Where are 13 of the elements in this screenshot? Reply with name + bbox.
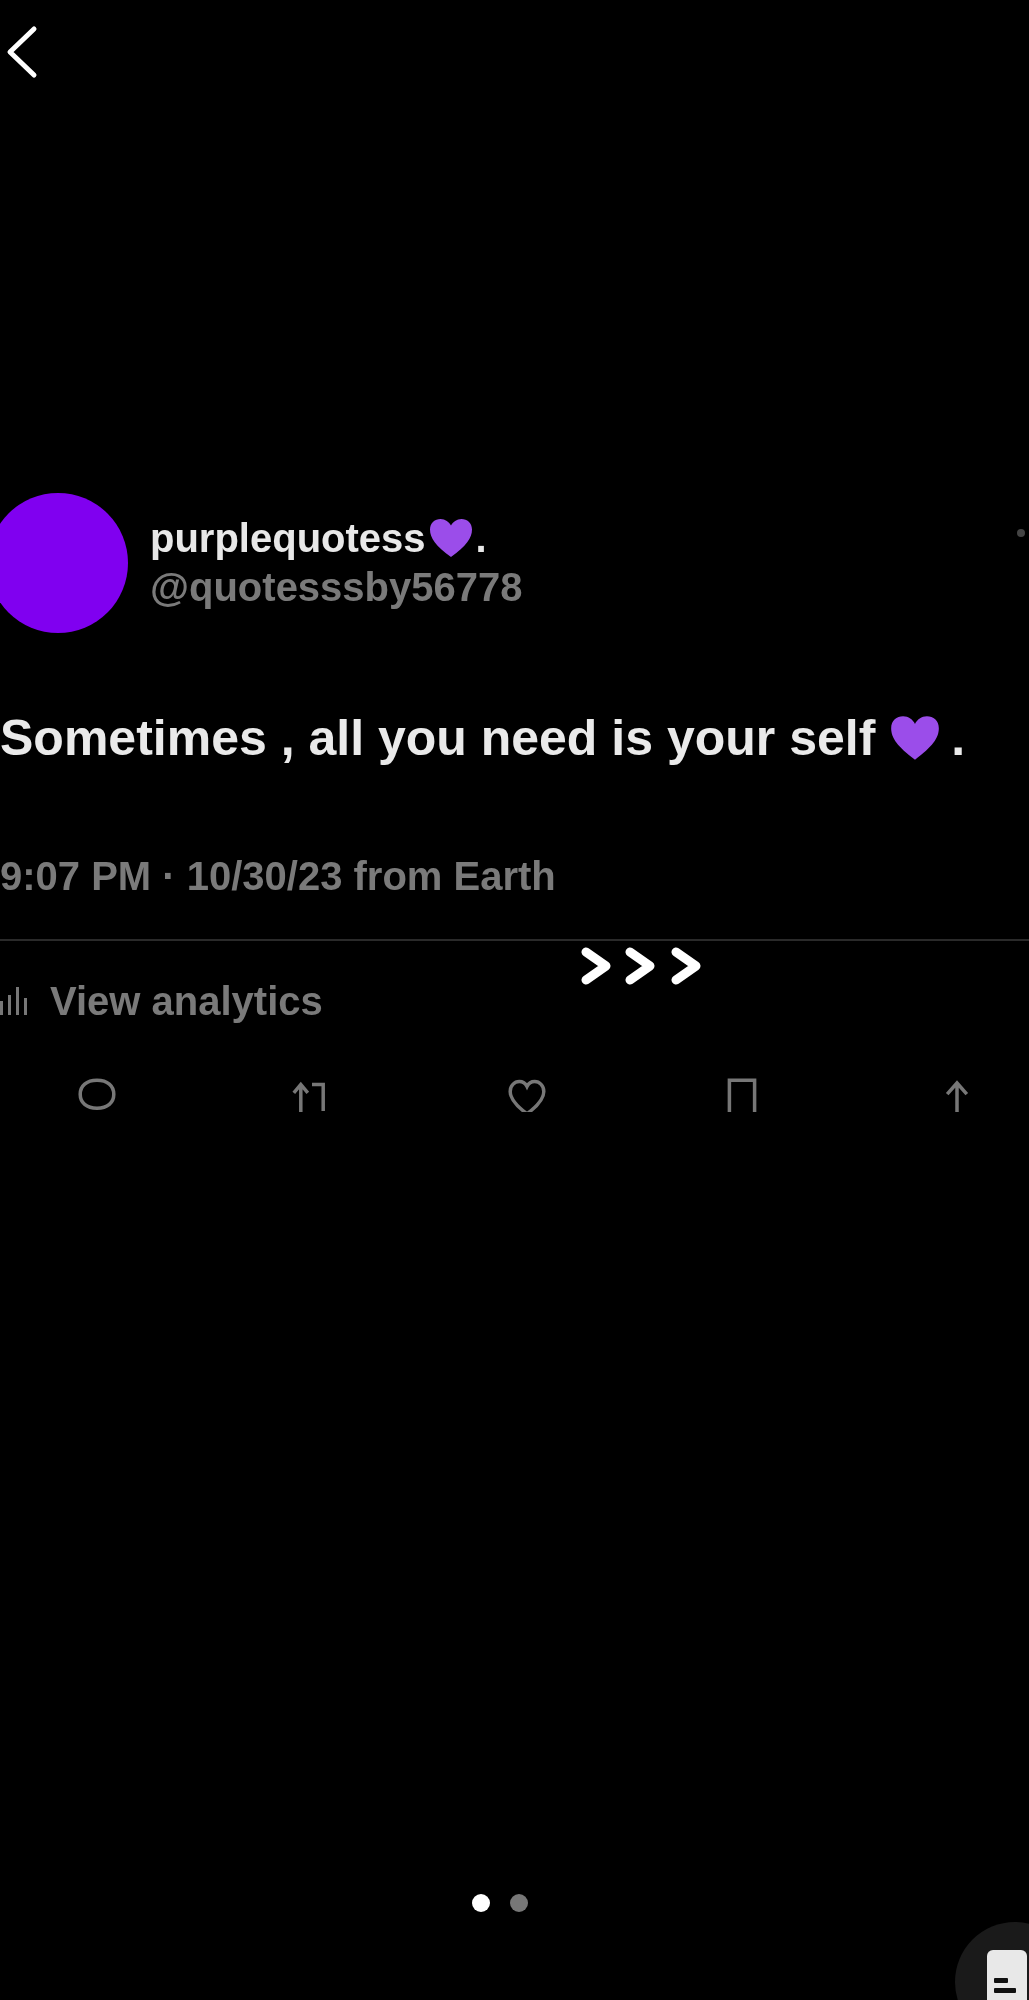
document-icon	[987, 1950, 1027, 2000]
page-dot[interactable]	[471, 1894, 490, 1912]
heart-icon	[889, 714, 942, 762]
heart-icon	[427, 517, 474, 559]
post-timestamp: 9:07 PM · 10/30/23 from Earth	[0, 853, 557, 900]
name-punctuation: .	[475, 515, 487, 562]
display-name: purplequotess	[150, 515, 426, 562]
post-punctuation: .	[951, 709, 966, 768]
user-handle: @quotesssby56778	[150, 564, 524, 611]
bar-chart-icon	[0, 987, 30, 1015]
post-text: Sometimes , all you need is your self	[0, 709, 876, 768]
view-analytics-link[interactable]: View analytics	[0, 976, 323, 1026]
page-dot[interactable]	[509, 1894, 528, 1912]
